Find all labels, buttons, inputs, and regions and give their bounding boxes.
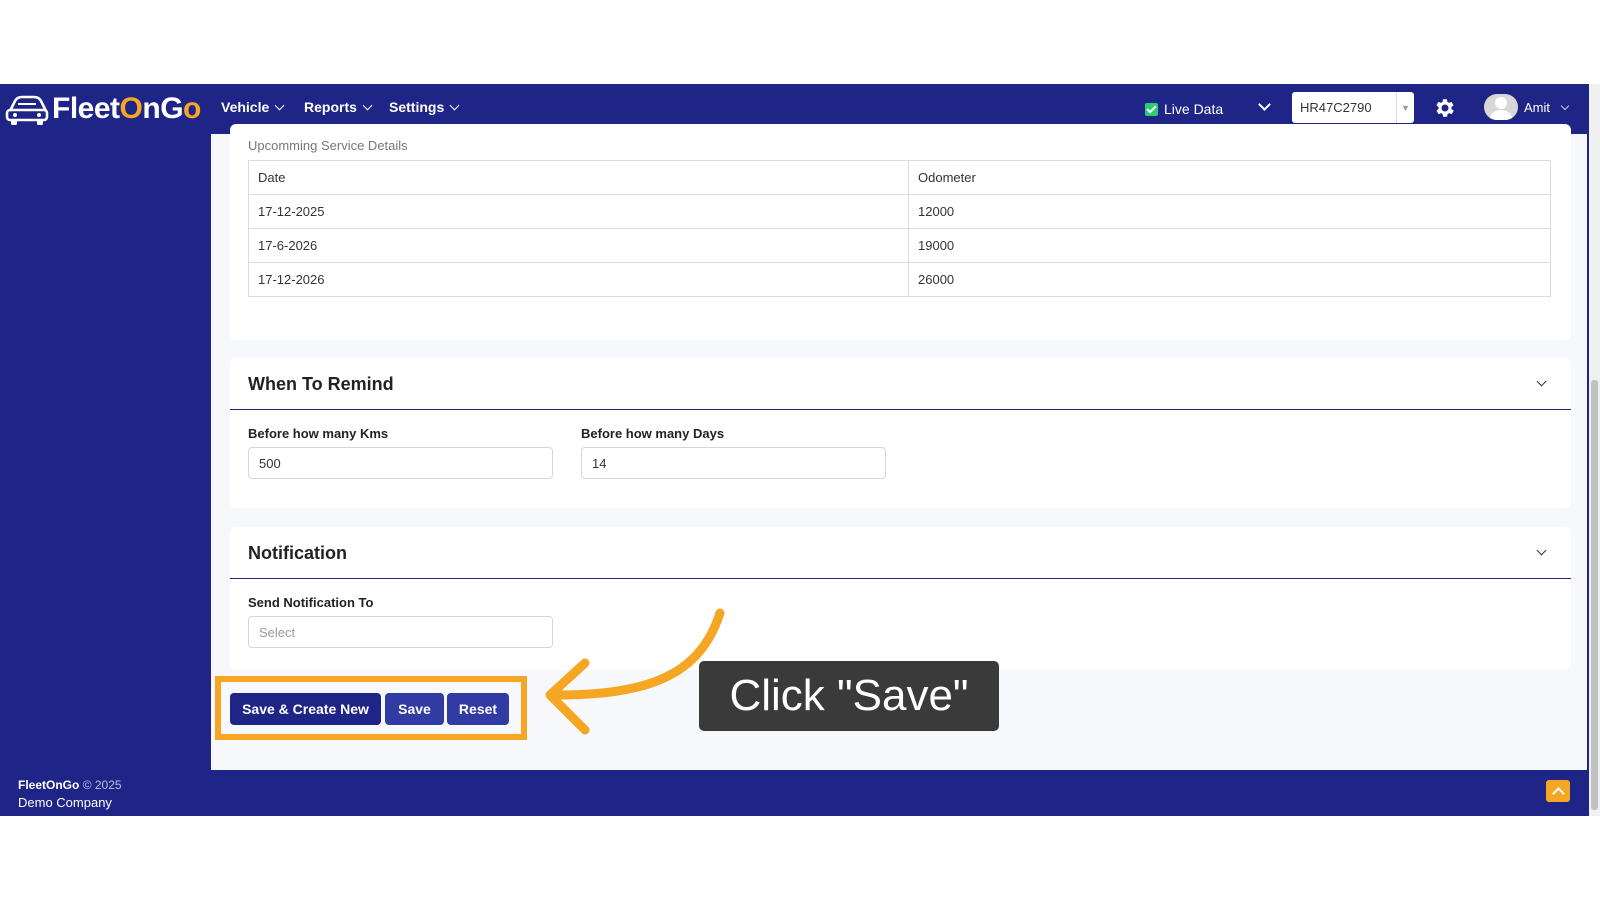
notification-header[interactable]: Notification (230, 527, 1571, 579)
chevron-down-icon (362, 100, 373, 110)
user-menu[interactable]: Amit (1484, 94, 1570, 120)
when-to-remind-card: When To Remind Before how many Kms 500 B… (230, 358, 1571, 508)
nav-settings[interactable]: Settings (389, 99, 460, 115)
kms-input-value: 500 (259, 455, 281, 471)
cell-odometer: 12000 (908, 194, 1551, 229)
footer-brand-name: FleetOnGo (18, 778, 80, 792)
callout-tooltip: Click "Save" (699, 661, 999, 731)
kms-input[interactable]: 500 (248, 447, 553, 479)
service-details-title: Upcomming Service Details (248, 138, 408, 153)
nav-vehicle[interactable]: Vehicle (221, 99, 285, 115)
section-title: When To Remind (248, 374, 394, 394)
nav-settings-label: Settings (389, 99, 445, 115)
when-to-remind-header[interactable]: When To Remind (230, 358, 1571, 410)
table-row: 17-6-2026 19000 (248, 228, 1551, 263)
callout-text: Click "Save" (729, 671, 969, 720)
vehicle-select[interactable]: HR47C2790 ▼ (1292, 92, 1414, 123)
scrollbar-thumb[interactable] (1591, 380, 1598, 810)
service-details-card: Upcomming Service Details Date Odometer … (230, 124, 1571, 340)
cell-odometer: 26000 (908, 262, 1551, 297)
section-title: Notification (248, 543, 347, 563)
days-input[interactable]: 14 (581, 447, 886, 479)
highlight-box (215, 676, 527, 740)
chevron-down-icon (449, 100, 460, 110)
scroll-to-top-icon[interactable] (1546, 780, 1570, 802)
vehicle-select-value: HR47C2790 (1300, 100, 1372, 115)
chevron-down-icon (1560, 101, 1570, 110)
service-table: Date Odometer 17-12-2025 12000 17-6-2026… (248, 160, 1551, 297)
footer-copyright: © 2025 (82, 778, 122, 792)
live-data-label: Live Data (1164, 101, 1224, 117)
send-to-placeholder: Select (259, 624, 296, 640)
table-header-row: Date Odometer (248, 160, 1551, 195)
footer-brand: FleetOnGo © 2025 (18, 778, 122, 792)
column-header-date: Date (248, 160, 909, 195)
days-label: Before how many Days (581, 426, 725, 441)
footer-company: Demo Company (18, 795, 112, 810)
fleetongo-logo[interactable]: FleetOnGo (4, 90, 201, 128)
page-scrollbar[interactable] (1589, 84, 1600, 816)
chevron-down-icon[interactable] (1536, 376, 1547, 387)
send-to-label: Send Notification To (248, 595, 374, 610)
cell-date: 17-12-2025 (248, 194, 909, 229)
cell-date: 17-12-2026 (248, 262, 909, 297)
kms-label: Before how many Kms (248, 426, 389, 441)
chevron-down-icon[interactable] (1536, 545, 1547, 556)
nav-reports-label: Reports (304, 99, 357, 115)
gear-icon[interactable] (1433, 96, 1457, 120)
nav-reports[interactable]: Reports (304, 99, 373, 115)
cell-odometer: 19000 (908, 228, 1551, 263)
avatar (1484, 94, 1518, 120)
caret-down-icon[interactable]: ▼ (1396, 92, 1414, 123)
send-to-select[interactable]: Select (248, 616, 553, 648)
live-data-toggle[interactable]: Live Data (1145, 101, 1223, 117)
chevron-down-icon[interactable] (1258, 98, 1271, 111)
nav-vehicle-label: Vehicle (221, 99, 270, 115)
table-row: 17-12-2025 12000 (248, 194, 1551, 229)
footer: FleetOnGo © 2025 Demo Company (0, 770, 1590, 816)
column-header-odometer: Odometer (908, 160, 1551, 195)
checkbox-checked-icon[interactable] (1145, 102, 1158, 116)
days-input-value: 14 (592, 455, 607, 471)
notification-card: Notification Send Notification To Select (230, 527, 1571, 670)
table-row: 17-12-2026 26000 (248, 262, 1551, 297)
cell-date: 17-6-2026 (248, 228, 909, 263)
car-icon (5, 95, 49, 125)
chevron-down-icon (274, 100, 285, 110)
user-name: Amit (1524, 99, 1550, 115)
logo-text: FleetOnGo (52, 92, 201, 125)
